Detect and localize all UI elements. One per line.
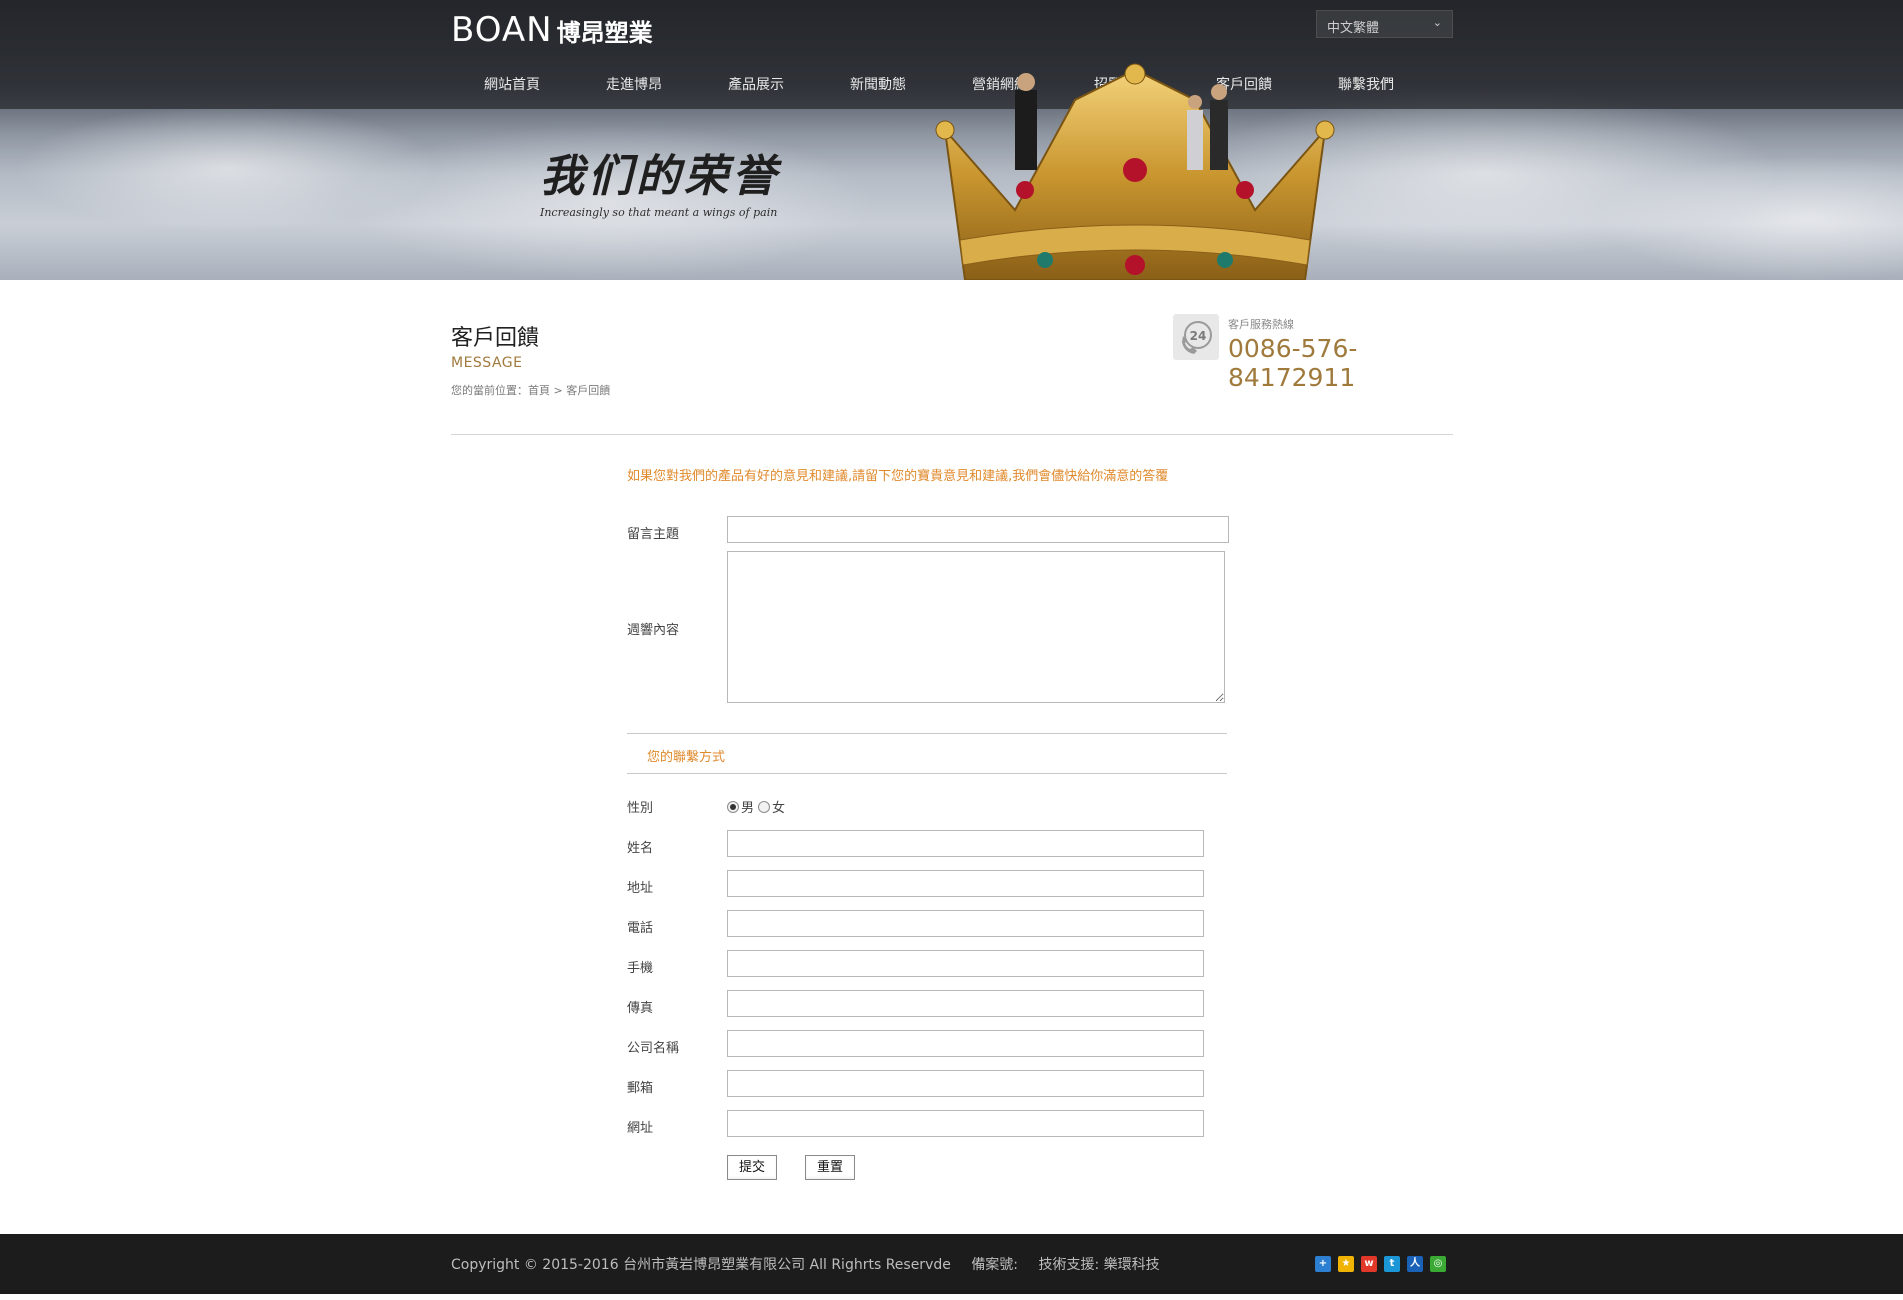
email-input[interactable] bbox=[727, 1070, 1204, 1097]
banner-calligraphy: 我们的荣誉 Increasingly so that meant a wings… bbox=[540, 140, 820, 240]
svg-text:24: 24 bbox=[1190, 329, 1207, 343]
footer-icp: 備案號: bbox=[971, 1257, 1019, 1273]
form-intro: 如果您對我們的產品有好的意見和建議,請留下您的寶貴意見和建議,我們會儘快給你滿意… bbox=[627, 469, 1169, 484]
name-label: 姓名 bbox=[627, 841, 654, 856]
renren-icon[interactable]: 人 bbox=[1407, 1256, 1423, 1272]
address-label: 地址 bbox=[627, 881, 654, 896]
gender-male-label[interactable]: 男 bbox=[741, 797, 754, 816]
site-logo[interactable]: BOAN 博昂塑業 bbox=[451, 10, 653, 50]
breadcrumb-prefix: 您的當前位置： bbox=[451, 384, 528, 397]
footer: Copyright © 2015-2016 台州市黃岩博昂塑業有限公司 All … bbox=[0, 1234, 1903, 1294]
reset-button[interactable]: 重置 bbox=[805, 1155, 855, 1180]
company-input[interactable] bbox=[727, 1030, 1204, 1057]
content-textarea[interactable] bbox=[727, 551, 1225, 703]
website-input[interactable] bbox=[727, 1110, 1204, 1137]
footer-copyright: Copyright © 2015-2016 台州市黃岩博昂塑業有限公司 All … bbox=[451, 1257, 951, 1273]
contact-section-title: 您的聯繫方式 bbox=[647, 750, 726, 765]
tencent-weibo-icon[interactable]: t bbox=[1384, 1256, 1400, 1272]
banner-subtitle: Increasingly so that meant a wings of pa… bbox=[540, 206, 778, 219]
language-select-value: 中文繁體 bbox=[1327, 21, 1380, 36]
phone-24h-icon: 24 bbox=[1173, 314, 1219, 360]
logo-chinese: 博昂塑業 bbox=[556, 19, 653, 47]
language-select[interactable]: 中文繁體 ⌄ bbox=[1316, 10, 1453, 38]
qzone-icon[interactable]: ★ bbox=[1338, 1256, 1354, 1272]
phone-input[interactable] bbox=[727, 910, 1204, 937]
footer-support[interactable]: 技術支援: 樂環科技 bbox=[1038, 1257, 1159, 1273]
subject-input[interactable] bbox=[727, 516, 1229, 543]
breadcrumb-separator: > bbox=[553, 384, 563, 397]
breadcrumb-current: 客戶回饋 bbox=[566, 384, 611, 397]
mobile-label: 手機 bbox=[627, 961, 654, 976]
website-label: 網址 bbox=[627, 1121, 654, 1136]
gender-radio-group: 男 女 bbox=[727, 797, 789, 816]
section-divider-bottom bbox=[627, 773, 1227, 774]
gender-label: 性別 bbox=[627, 801, 654, 816]
mobile-input[interactable] bbox=[727, 950, 1204, 977]
nav-item-about[interactable]: 走進博昂 bbox=[573, 72, 695, 98]
email-label: 郵箱 bbox=[627, 1081, 654, 1096]
share-bar: + ★ w t 人 ◎ bbox=[1315, 1256, 1453, 1272]
divider bbox=[451, 434, 1453, 435]
fax-label: 傳真 bbox=[627, 1001, 654, 1016]
banner-title: 我们的荣誉 bbox=[540, 151, 780, 202]
share-more-icon[interactable]: + bbox=[1315, 1256, 1331, 1272]
gender-male-radio[interactable] bbox=[727, 800, 739, 813]
crown-illustration bbox=[935, 63, 1335, 280]
breadcrumb-home-link[interactable]: 首頁 bbox=[528, 384, 550, 397]
submit-button[interactable]: 提交 bbox=[727, 1155, 777, 1180]
section-divider-top bbox=[627, 733, 1227, 734]
page-title: 客戶回饋 bbox=[451, 326, 540, 351]
page-subtitle: MESSAGE bbox=[451, 355, 523, 371]
fax-input[interactable] bbox=[727, 990, 1204, 1017]
gender-female-radio[interactable] bbox=[758, 800, 771, 813]
hero-banner: BOAN 博昂塑業 中文繁體 ⌄ 網站首頁 走進博昂 產品展示 新聞動態 營銷網… bbox=[0, 0, 1903, 280]
nav-item-products[interactable]: 產品展示 bbox=[695, 72, 817, 98]
customer-hotline: 24 客戶服務熱線 0086-576-84172911 bbox=[1173, 314, 1453, 392]
wechat-icon[interactable]: ◎ bbox=[1430, 1256, 1446, 1272]
gender-female-label[interactable]: 女 bbox=[772, 797, 785, 816]
address-input[interactable] bbox=[727, 870, 1204, 897]
nav-item-home[interactable]: 網站首頁 bbox=[451, 72, 573, 98]
logo-english: BOAN bbox=[451, 10, 553, 50]
weibo-icon[interactable]: w bbox=[1361, 1256, 1377, 1272]
chevron-down-icon: ⌄ bbox=[1432, 16, 1442, 29]
hotline-label: 客戶服務熱線 bbox=[1228, 318, 1294, 331]
hotline-number: 0086-576-84172911 bbox=[1228, 334, 1358, 392]
breadcrumb: 您的當前位置：首頁 > 客戶回饋 bbox=[451, 382, 610, 398]
phone-label: 電話 bbox=[627, 921, 654, 936]
footer-text: Copyright © 2015-2016 台州市黃岩博昂塑業有限公司 All … bbox=[451, 1254, 1176, 1274]
company-label: 公司名稱 bbox=[627, 1041, 680, 1056]
subject-label: 留言主題 bbox=[627, 527, 680, 542]
name-input[interactable] bbox=[727, 830, 1204, 857]
content-label: 週響內容 bbox=[627, 623, 680, 638]
